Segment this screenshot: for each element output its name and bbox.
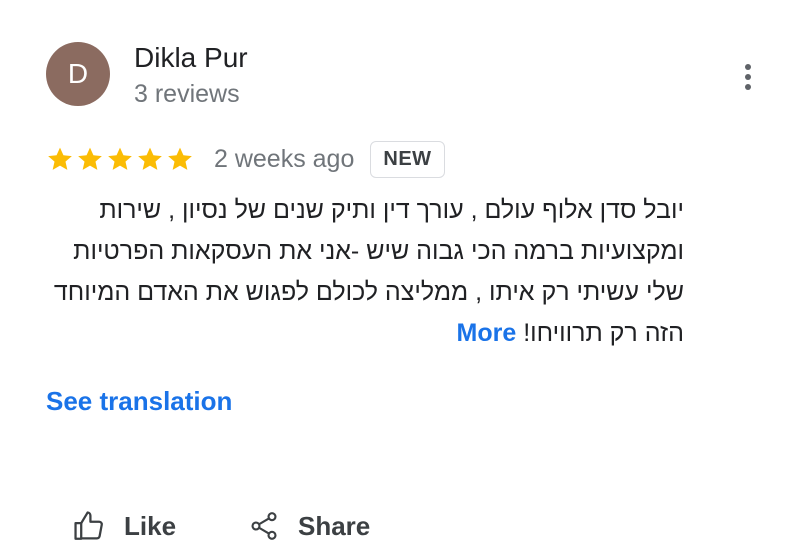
menu-dot (745, 84, 751, 90)
review-body: יובל סדן אלוף עולם , עורך דין ותיק שנים … (53, 196, 684, 347)
star-icon (108, 147, 132, 170)
share-icon (248, 509, 280, 543)
more-options-icon[interactable] (734, 60, 762, 94)
star-icon (138, 147, 162, 170)
star-icon (78, 147, 102, 170)
thumbs-up-icon (72, 509, 106, 543)
star-icon (168, 147, 192, 170)
review-time: 2 weeks ago (214, 144, 355, 173)
reviewer-name[interactable]: Dikla Pur (134, 42, 248, 74)
share-label: Share (298, 510, 371, 541)
review-text: יובל סדן אלוף עולם , עורך דין ותיק שנים … (44, 190, 684, 354)
avatar-initial: D (67, 58, 89, 89)
more-link[interactable]: More (457, 319, 517, 347)
new-badge: NEW (370, 140, 445, 178)
reviewer-review-count: 3 reviews (134, 80, 240, 108)
review-card: D Dikla Pur 3 reviews 2 weeks ago NEW יו… (0, 0, 806, 560)
rating-row: 2 weeks ago NEW (46, 139, 445, 179)
avatar[interactable]: D (46, 42, 110, 106)
like-label: Like (124, 510, 177, 541)
menu-dot (745, 74, 751, 80)
star-icon (48, 147, 72, 170)
star-rating (46, 145, 194, 173)
menu-dot (745, 64, 751, 70)
like-button[interactable]: Like (72, 504, 176, 548)
share-button[interactable]: Share (248, 504, 370, 548)
see-translation-link[interactable]: See translation (46, 386, 232, 417)
